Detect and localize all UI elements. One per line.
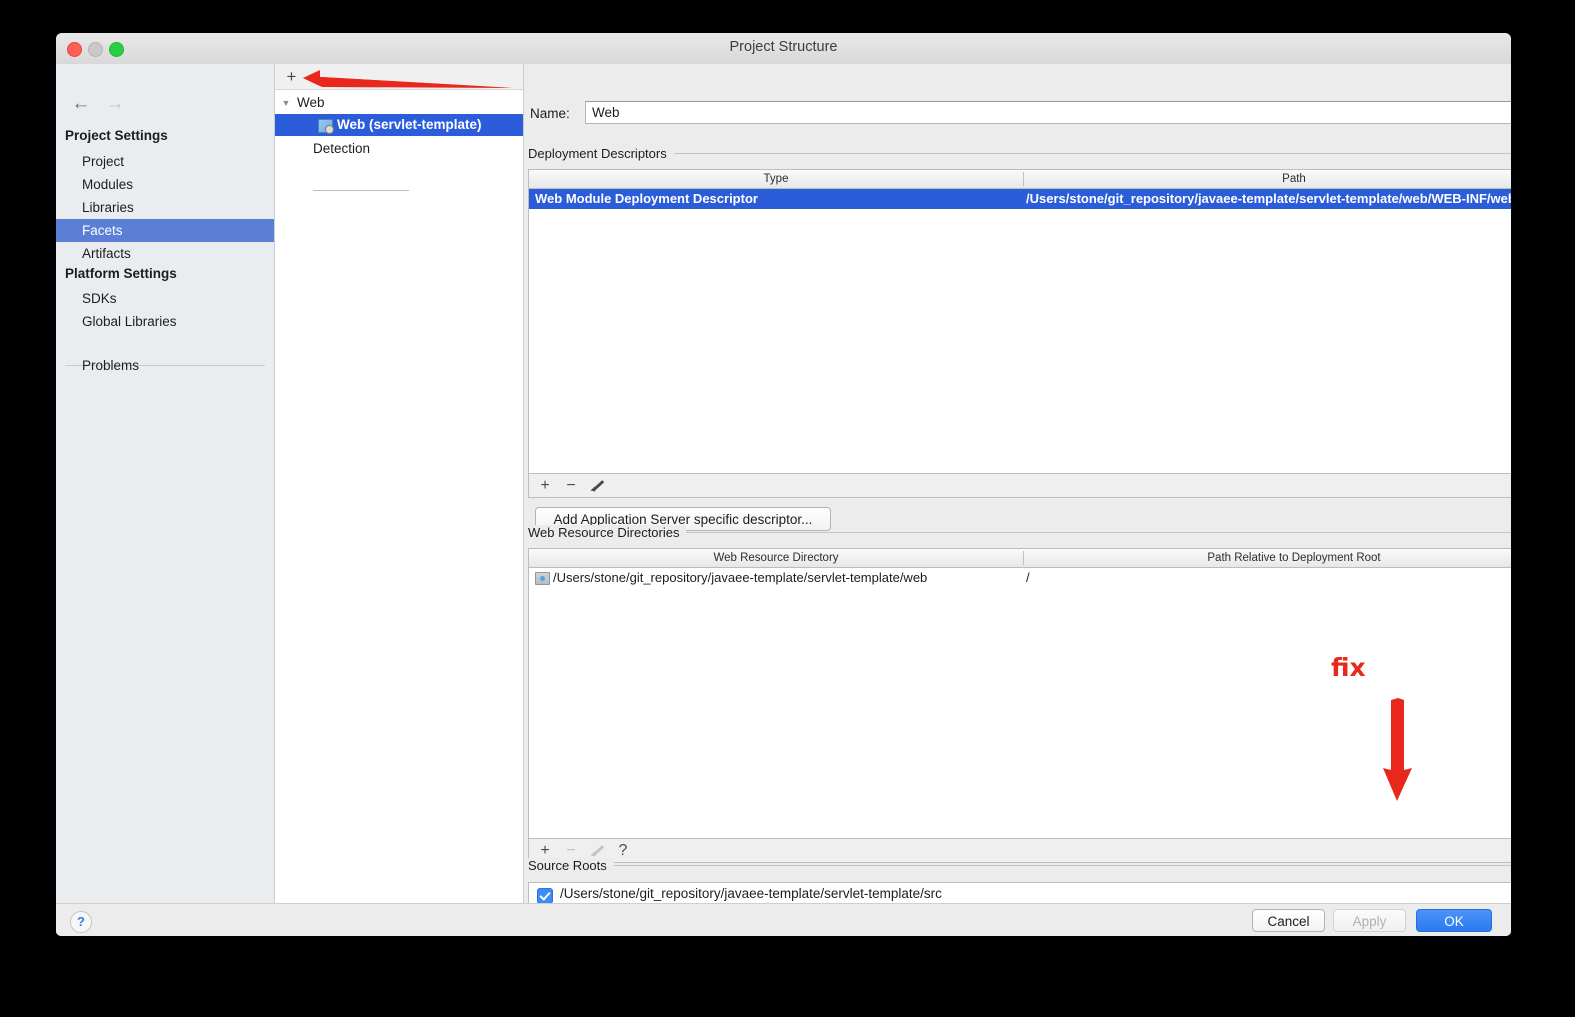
source-root-checkbox[interactable] (537, 888, 553, 903)
facet-detail-pane: Name: Deployment Descriptors Type Path W… (524, 64, 1511, 903)
cancel-button[interactable]: Cancel (1252, 909, 1325, 932)
sidebar-item-facets[interactable]: Facets (56, 219, 274, 242)
add-descriptor-button[interactable]: + (534, 476, 556, 496)
cell-path: /Users/stone/git_repository/javaee-templ… (1026, 191, 1511, 206)
cell-type: Web Module Deployment Descriptor (535, 191, 758, 206)
dialog-body: ← → Project Settings Project Modules Libr… (56, 64, 1511, 903)
sidebar-item-modules[interactable]: Modules (56, 173, 274, 196)
column-header-web-resource-directory[interactable]: Web Resource Directory (529, 549, 1023, 567)
sidebar-item-artifacts[interactable]: Artifacts (56, 242, 274, 265)
table-row[interactable]: Web Module Deployment Descriptor /Users/… (529, 189, 1511, 209)
add-facet-button[interactable]: + (281, 66, 302, 87)
tree-row-label: Detection (313, 141, 371, 156)
deployment-descriptors-toolbar: + − (528, 474, 1511, 498)
column-header-type[interactable]: Type (529, 170, 1023, 188)
facets-tree-panel: + − ▼ Web Web (servlet-template) Detecti… (275, 64, 524, 903)
deployment-descriptors-rule (528, 153, 1511, 154)
remove-facet-button[interactable]: − (304, 66, 325, 87)
remove-descriptor-button[interactable]: − (560, 476, 582, 496)
edit-pencil-icon (591, 479, 604, 492)
web-resource-directories-title: Web Resource Directories (528, 525, 687, 540)
column-header-path[interactable]: Path (1024, 170, 1511, 188)
table-header-row: Web Resource Directory Path Relative to … (529, 549, 1511, 568)
web-resource-help-button[interactable]: ? (612, 841, 634, 861)
navigation-arrows: ← → (64, 94, 132, 118)
window-title: Project Structure (729, 39, 838, 55)
back-arrow-icon[interactable]: ← (64, 94, 98, 114)
tree-row-detection[interactable]: Detection (275, 138, 523, 160)
cell-web-resource-directory: /Users/stone/git_repository/javaee-templ… (553, 570, 928, 585)
name-label: Name: (530, 106, 570, 121)
apply-button[interactable]: Apply (1333, 909, 1406, 932)
settings-sidebar: ← → Project Settings Project Modules Libr… (56, 64, 275, 903)
table-header-row: Type Path (529, 170, 1511, 189)
edit-descriptor-button[interactable] (586, 476, 608, 496)
project-structure-window: Project Structure ← → Project Settings Pr… (56, 33, 1511, 936)
tree-row-label: Web (servlet-template) (337, 117, 482, 132)
source-roots-list[interactable]: /Users/stone/git_repository/javaee-templ… (528, 882, 1511, 903)
chevron-down-icon[interactable]: ▼ (279, 92, 293, 114)
column-header-path-relative[interactable]: Path Relative to Deployment Root (1024, 549, 1511, 567)
web-resource-directories-toolbar: + − ? (528, 839, 1511, 863)
forward-arrow-icon[interactable]: → (98, 94, 132, 114)
help-button[interactable]: ? (70, 911, 92, 933)
source-root-label: /Users/stone/git_repository/javaee-templ… (560, 886, 942, 901)
tree-row-web-facet[interactable]: Web (servlet-template) (275, 114, 523, 136)
sidebar-item-global-libraries[interactable]: Global Libraries (56, 310, 274, 333)
facets-tree-toolbar: + − (275, 64, 523, 90)
sidebar-group-project-settings: Project Settings (65, 128, 168, 143)
source-roots-rule (528, 865, 1511, 866)
tree-row-web-group[interactable]: ▼ Web (275, 92, 523, 114)
ok-button[interactable]: OK (1416, 909, 1492, 932)
table-row[interactable]: /Users/stone/git_repository/javaee-templ… (529, 568, 1511, 588)
title-bar: Project Structure (56, 33, 1511, 65)
deployment-descriptors-title: Deployment Descriptors (528, 146, 674, 161)
tree-row-label: Web (297, 95, 325, 110)
deployment-descriptors-table[interactable]: Type Path Web Module Deployment Descript… (528, 169, 1511, 474)
folder-icon (535, 572, 550, 585)
cell-path-relative: / (1026, 570, 1030, 585)
web-resource-directories-table[interactable]: Web Resource Directory Path Relative to … (528, 548, 1511, 839)
sidebar-item-libraries[interactable]: Libraries (56, 196, 274, 219)
web-facet-icon (318, 119, 334, 134)
source-roots-title: Source Roots (528, 858, 614, 873)
sidebar-item-project[interactable]: Project (56, 150, 274, 173)
sidebar-item-problems[interactable]: Problems (56, 354, 274, 377)
tree-separator (313, 190, 409, 191)
edit-pencil-icon (591, 844, 604, 857)
name-input[interactable] (585, 101, 1511, 124)
dialog-footer: ? Cancel Apply OK (56, 903, 1511, 936)
sidebar-group-platform-settings: Platform Settings (65, 266, 177, 281)
sidebar-item-sdks[interactable]: SDKs (56, 287, 274, 310)
